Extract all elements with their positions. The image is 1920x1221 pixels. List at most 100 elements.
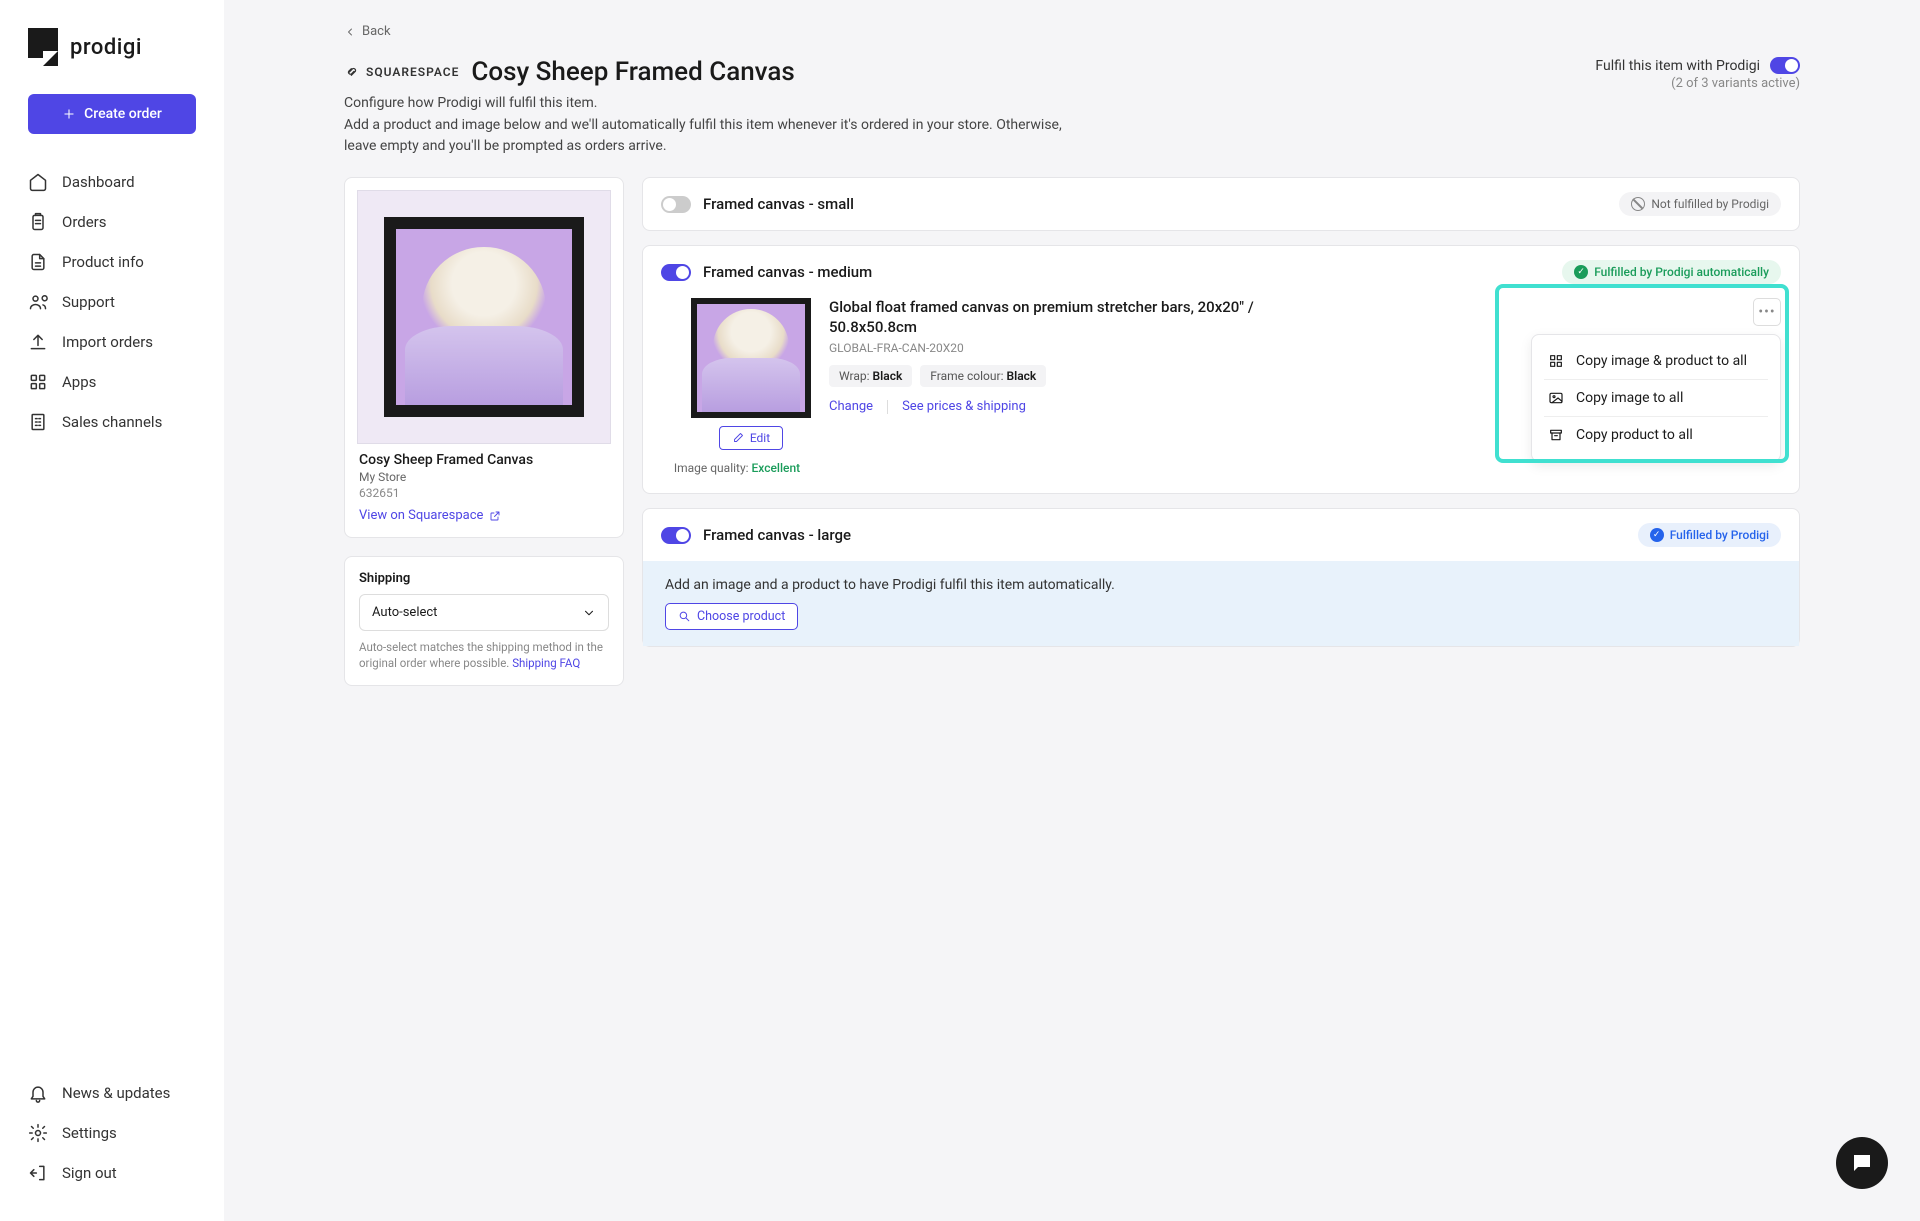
nav-import-orders[interactable]: Import orders bbox=[0, 322, 224, 362]
copy-image-product-all[interactable]: Copy image & product to all bbox=[1544, 343, 1768, 380]
variant-medium-desc: Global float framed canvas on premium st… bbox=[829, 298, 1269, 337]
clipboard-icon bbox=[28, 212, 48, 232]
page-subtitle: Configure how Prodigi will fulfil this i… bbox=[344, 95, 1064, 111]
nav-label: Import orders bbox=[62, 333, 153, 351]
product-image-frame bbox=[357, 190, 611, 444]
logo[interactable]: prodigi bbox=[0, 28, 224, 94]
gear-icon bbox=[28, 1123, 48, 1143]
chevron-left-icon bbox=[344, 26, 356, 38]
document-icon bbox=[28, 252, 48, 272]
shipping-label: Shipping bbox=[359, 571, 609, 586]
platform-label: SQUARESPACE bbox=[366, 65, 459, 79]
page-title: Cosy Sheep Framed Canvas bbox=[471, 57, 794, 87]
page-description: Add a product and image below and we'll … bbox=[344, 115, 1064, 157]
sidebar: prodigi Create order Dashboard Orders Pr… bbox=[0, 0, 224, 1221]
product-name: Cosy Sheep Framed Canvas bbox=[359, 452, 609, 468]
variant-medium-status: ✓ Fulfilled by Prodigi automatically bbox=[1562, 260, 1781, 284]
nav-label: Apps bbox=[62, 373, 96, 391]
chat-fab[interactable] bbox=[1836, 1137, 1888, 1189]
logo-mark-icon bbox=[28, 28, 58, 66]
product-card: Cosy Sheep Framed Canvas My Store 632651… bbox=[344, 177, 624, 538]
nav-sales-channels[interactable]: Sales channels bbox=[0, 402, 224, 442]
check-circle-icon: ✓ bbox=[1650, 528, 1664, 542]
grid-icon bbox=[28, 372, 48, 392]
platform-badge: SQUARESPACE bbox=[344, 64, 459, 80]
fulfil-toggle[interactable] bbox=[1770, 57, 1800, 74]
choose-product-button[interactable]: Choose product bbox=[665, 603, 798, 630]
chevron-down-icon bbox=[582, 606, 596, 620]
nav-label: Settings bbox=[62, 1124, 117, 1142]
prices-link[interactable]: See prices & shipping bbox=[902, 399, 1026, 414]
shipping-faq-link[interactable]: Shipping FAQ bbox=[512, 656, 580, 670]
image-quality: Image quality: Excellent bbox=[674, 461, 800, 475]
nav-label: Sign out bbox=[62, 1164, 117, 1182]
variant-large-setup: Add an image and a product to have Prodi… bbox=[643, 561, 1799, 646]
nav-settings[interactable]: Settings bbox=[0, 1113, 224, 1153]
shipping-card: Shipping Auto-select Auto-select matches… bbox=[344, 556, 624, 686]
nav-support[interactable]: Support bbox=[0, 282, 224, 322]
nav-product-info[interactable]: Product info bbox=[0, 242, 224, 282]
nav-signout[interactable]: Sign out bbox=[0, 1153, 224, 1193]
change-link[interactable]: Change bbox=[829, 399, 873, 414]
external-link-icon bbox=[489, 510, 501, 522]
shipping-value: Auto-select bbox=[372, 605, 437, 620]
nav-news[interactable]: News & updates bbox=[0, 1073, 224, 1113]
variant-large: Framed canvas - large ✓ Fulfilled by Pro… bbox=[642, 508, 1800, 647]
copy-product-all[interactable]: Copy product to all bbox=[1532, 417, 1780, 453]
back-label: Back bbox=[362, 24, 391, 39]
variants-active-count: (2 of 3 variants active) bbox=[1671, 76, 1800, 91]
add-hint: Add an image and a product to have Prodi… bbox=[665, 577, 1777, 593]
variant-large-toggle[interactable] bbox=[661, 527, 691, 544]
back-link[interactable]: Back bbox=[344, 24, 1800, 39]
create-order-label: Create order bbox=[84, 106, 162, 122]
home-icon bbox=[28, 172, 48, 192]
variant-medium-toggle[interactable] bbox=[661, 264, 691, 281]
product-id: 632651 bbox=[359, 486, 609, 500]
variant-medium: Framed canvas - medium ✓ Fulfilled by Pr… bbox=[642, 245, 1800, 494]
shipping-note: Auto-select matches the shipping method … bbox=[359, 639, 609, 671]
shipping-select[interactable]: Auto-select bbox=[359, 594, 609, 631]
search-icon bbox=[678, 610, 691, 623]
check-circle-icon: ✓ bbox=[1574, 265, 1588, 279]
nav-label: Product info bbox=[62, 253, 144, 271]
signout-icon bbox=[28, 1163, 48, 1183]
product-store: My Store bbox=[359, 470, 609, 484]
frame-tag: Frame colour: Black bbox=[920, 365, 1046, 387]
variant-small: Framed canvas - small Not fulfilled by P… bbox=[642, 177, 1800, 231]
variant-small-status: Not fulfilled by Prodigi bbox=[1619, 192, 1781, 216]
variant-medium-name: Framed canvas - medium bbox=[703, 263, 872, 281]
product-image bbox=[394, 227, 574, 407]
nav-apps[interactable]: Apps bbox=[0, 362, 224, 402]
variant-medium-image bbox=[691, 298, 811, 418]
nav-label: Dashboard bbox=[62, 173, 135, 191]
more-button[interactable]: ••• bbox=[1753, 298, 1781, 326]
wrap-tag: Wrap: Black bbox=[829, 365, 912, 387]
nav-label: Support bbox=[62, 293, 115, 311]
pencil-icon bbox=[732, 432, 744, 444]
nav-orders[interactable]: Orders bbox=[0, 202, 224, 242]
nav-dashboard[interactable]: Dashboard bbox=[0, 162, 224, 202]
edit-image-button[interactable]: Edit bbox=[719, 426, 783, 450]
copy-dropdown: Copy image & product to all Copy image t… bbox=[1531, 334, 1781, 462]
create-order-button[interactable]: Create order bbox=[28, 94, 196, 134]
variant-small-name: Framed canvas - small bbox=[703, 195, 854, 213]
variant-large-name: Framed canvas - large bbox=[703, 526, 851, 544]
fulfil-toggle-label: Fulfil this item with Prodigi bbox=[1595, 58, 1760, 74]
upload-icon bbox=[28, 332, 48, 352]
plus-icon bbox=[62, 107, 76, 121]
copy-image-all[interactable]: Copy image to all bbox=[1544, 380, 1768, 417]
grid-small-icon bbox=[1548, 353, 1564, 369]
variant-large-status: ✓ Fulfilled by Prodigi bbox=[1638, 523, 1781, 547]
not-fulfilled-icon bbox=[1631, 197, 1645, 211]
variant-small-toggle[interactable] bbox=[661, 196, 691, 213]
view-on-platform-link[interactable]: View on Squarespace bbox=[359, 508, 609, 523]
nav-label: Orders bbox=[62, 213, 107, 231]
view-link-label: View on Squarespace bbox=[359, 508, 483, 523]
image-icon bbox=[1548, 390, 1564, 406]
people-icon bbox=[28, 292, 48, 312]
archive-icon bbox=[1548, 427, 1564, 443]
squarespace-icon bbox=[344, 64, 360, 80]
main-content: Back SQUARESPACE Cosy Sheep Framed Canva… bbox=[224, 0, 1920, 1221]
logo-text: prodigi bbox=[70, 35, 142, 60]
nav: Dashboard Orders Product info Support Im… bbox=[0, 162, 224, 1193]
